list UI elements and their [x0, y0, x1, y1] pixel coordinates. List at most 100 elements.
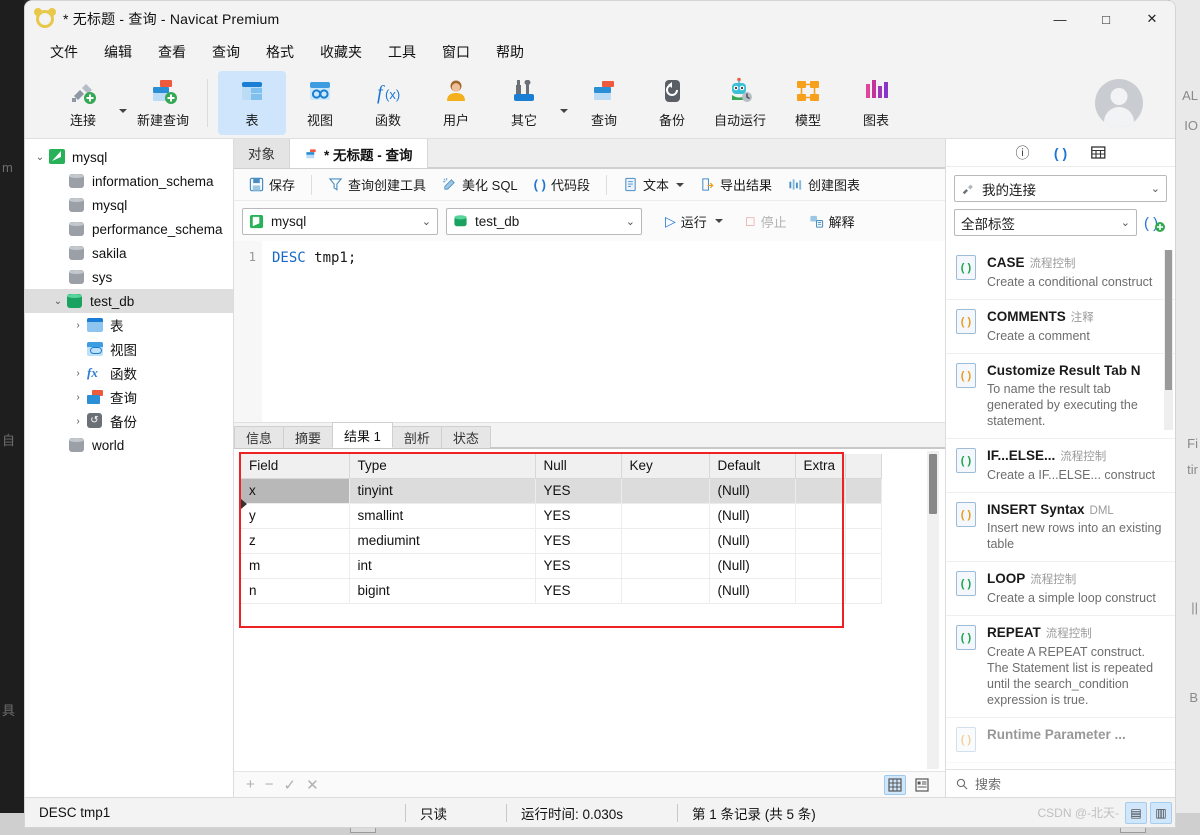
result-grid-scrollbar[interactable] — [927, 451, 939, 769]
cell-key[interactable] — [621, 553, 710, 579]
text-button[interactable]: 文本 — [616, 172, 691, 197]
result-tab-result-1[interactable]: 结果 1 — [332, 422, 393, 448]
other-dropdown-caret[interactable] — [558, 71, 570, 135]
cell-extra[interactable] — [795, 553, 846, 579]
list-item[interactable]: ( ) Runtime Parameter ... — [946, 718, 1175, 763]
toolbar-model[interactable]: 模型 — [774, 71, 842, 135]
apply-change-button[interactable]: ✓ — [284, 776, 297, 794]
add-record-button[interactable]: + — [246, 776, 255, 793]
cell-default[interactable]: (Null) — [709, 503, 796, 529]
tree-node-functions[interactable]: › fx 函数 — [25, 361, 233, 385]
chevron-down-icon[interactable]: ⌄ — [422, 215, 431, 228]
toolbar-automation[interactable]: 自动运行 — [706, 71, 774, 135]
cell-key[interactable] — [621, 578, 710, 604]
cell-type[interactable]: bigint — [349, 578, 536, 604]
cell-default[interactable]: (Null) — [709, 478, 796, 504]
cell-field[interactable]: n — [241, 578, 350, 604]
toolbar-new-query[interactable]: 新建查询 — [129, 71, 197, 135]
cell-extra[interactable] — [795, 528, 846, 554]
table-structure-icon[interactable] — [1089, 143, 1109, 163]
explain-button[interactable]: 解释 — [802, 209, 862, 234]
chevron-right-icon[interactable]: › — [69, 392, 87, 403]
table-row[interactable]: z mediumint YES (Null) — [241, 528, 882, 554]
tree-node-backups[interactable]: › ↺ 备份 — [25, 409, 233, 433]
minimize-button[interactable]: — — [1037, 1, 1083, 37]
code-snippet-button[interactable]: ( ) 代码段 — [527, 172, 597, 197]
cell-null[interactable]: YES — [535, 553, 622, 579]
result-tab-info[interactable]: 信息 — [234, 426, 285, 448]
cell-field[interactable]: x — [241, 478, 350, 504]
tree-node-sys[interactable]: sys — [25, 265, 233, 289]
sql-editor[interactable]: 1 DESC tmp1; — [234, 241, 945, 423]
tree-node-world[interactable]: world — [25, 433, 233, 457]
menu-view[interactable]: 查看 — [145, 38, 199, 66]
table-row[interactable]: n bigint YES (Null) — [241, 578, 882, 604]
menu-tools[interactable]: 工具 — [375, 38, 429, 66]
cell-default[interactable]: (Null) — [709, 553, 796, 579]
scrollbar-thumb[interactable] — [929, 454, 937, 514]
tree-node-performance-schema[interactable]: performance_schema — [25, 217, 233, 241]
toolbar-other[interactable]: 其它 — [490, 71, 558, 135]
chevron-down-icon[interactable]: ⌄ — [31, 152, 49, 163]
column-header-null[interactable]: Null — [535, 454, 622, 479]
toolbar-user[interactable]: 用户 — [422, 71, 490, 135]
cell-null[interactable]: YES — [535, 503, 622, 529]
menu-favorites[interactable]: 收藏夹 — [307, 38, 375, 66]
cell-field[interactable]: m — [241, 553, 350, 579]
result-grid[interactable]: Field Type Null Key Default Extra x tiny… — [241, 454, 882, 604]
query-builder-button[interactable]: 查询创建工具 — [321, 172, 433, 197]
chevron-down-icon[interactable]: ⌄ — [49, 296, 67, 307]
toolbar-chart[interactable]: 图表 — [842, 71, 910, 135]
panel-connection-select[interactable]: 我的连接 ⌄ — [954, 175, 1167, 202]
list-item[interactable]: ( ) Customize Result Tab N To name the r… — [946, 354, 1175, 439]
result-tab-profile[interactable]: 剖析 — [391, 426, 442, 448]
run-button[interactable]: ▷ 运行 — [658, 209, 730, 234]
toolbar-view[interactable]: 视图 — [286, 71, 354, 135]
list-item[interactable]: ( ) LOOP 流程控制 Create a simple loop constr… — [946, 562, 1175, 616]
chevron-right-icon[interactable]: › — [69, 416, 87, 427]
scrollbar-thumb[interactable] — [1165, 250, 1172, 390]
result-tab-summary[interactable]: 摘要 — [283, 426, 334, 448]
grid-view-icon[interactable] — [884, 774, 906, 795]
save-button[interactable]: 保存 — [242, 172, 302, 197]
delete-record-button[interactable]: − — [265, 776, 274, 793]
toolbar-connection[interactable]: 连接 — [49, 71, 117, 135]
menu-query[interactable]: 查询 — [199, 38, 253, 66]
form-view-icon[interactable] — [911, 775, 933, 795]
column-header-field[interactable]: Field — [241, 454, 350, 479]
cell-extra[interactable] — [795, 478, 846, 504]
chevron-right-icon[interactable]: › — [69, 368, 87, 379]
cell-key[interactable] — [621, 503, 710, 529]
panel-tag-select[interactable]: 全部标签 ⌄ — [954, 209, 1137, 236]
cell-field[interactable]: y — [241, 503, 350, 529]
cell-null[interactable]: YES — [535, 578, 622, 604]
chevron-down-icon[interactable] — [714, 219, 723, 223]
chevron-down-icon[interactable]: ⌄ — [1121, 216, 1130, 229]
cell-default[interactable]: (Null) — [709, 528, 796, 554]
info-icon[interactable]: ⓘ — [1013, 143, 1033, 163]
create-chart-button[interactable]: 创建图表 — [781, 172, 867, 197]
status-panel-toggle-right-icon[interactable]: ▥ — [1150, 801, 1172, 824]
tree-node-tables[interactable]: › 表 — [25, 313, 233, 337]
connection-dropdown-caret[interactable] — [117, 71, 129, 135]
beautify-sql-button[interactable]: 美化 SQL — [435, 172, 525, 197]
cell-field[interactable]: z — [241, 528, 350, 554]
cancel-change-button[interactable]: ✕ — [306, 776, 319, 794]
menu-format[interactable]: 格式 — [253, 38, 307, 66]
column-header-extra[interactable]: Extra — [795, 454, 846, 479]
cell-extra[interactable] — [795, 503, 846, 529]
chevron-down-icon[interactable]: ⌄ — [626, 215, 635, 228]
snippet-search[interactable]: 搜索 — [946, 769, 1175, 797]
add-snippet-icon[interactable]: ( ) — [1143, 212, 1167, 234]
tree-node-queries[interactable]: › 查询 — [25, 385, 233, 409]
menu-window[interactable]: 窗口 — [429, 38, 483, 66]
sql-code[interactable]: DESC tmp1; — [262, 241, 945, 422]
cell-null[interactable]: YES — [535, 528, 622, 554]
tree-node-mysql-connection[interactable]: ⌄ mysql — [25, 145, 233, 169]
toolbar-table[interactable]: 表 — [218, 70, 286, 135]
chevron-down-icon[interactable] — [675, 182, 684, 187]
tree-node-test-db[interactable]: ⌄ test_db — [25, 289, 233, 313]
cell-type[interactable]: int — [349, 553, 536, 579]
table-row[interactable]: m int YES (Null) — [241, 553, 882, 579]
cell-extra[interactable] — [795, 578, 846, 604]
